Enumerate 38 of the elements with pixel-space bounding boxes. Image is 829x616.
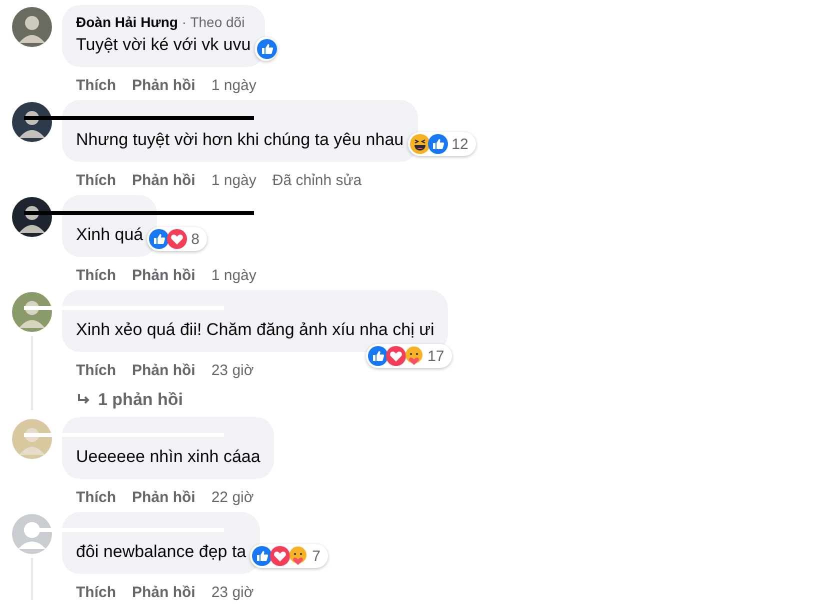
comment-text: Xinh quá: [76, 225, 144, 245]
reaction-count: 7: [311, 548, 322, 564]
reaction-count: 12: [450, 136, 470, 152]
edited-label: Đã chỉnh sửa: [272, 172, 362, 188]
reply-link[interactable]: Phản hồi: [132, 362, 196, 378]
like-link[interactable]: Thích: [76, 362, 116, 378]
reaction-badge[interactable]: 12: [408, 132, 476, 156]
reaction-badge[interactable]: 17: [366, 344, 452, 368]
comment-text: Nhưng tuyệt vời hơn khi chúng ta yêu nhau: [76, 130, 404, 150]
reply-link[interactable]: Phản hồi: [132, 76, 196, 94]
reaction-badge[interactable]: 7: [250, 544, 328, 568]
avatar[interactable]: [12, 102, 52, 142]
reaction-count: 17: [426, 348, 446, 364]
comment-text: Ueeeeee nhìn xinh cáaa: [76, 447, 260, 467]
reply-link[interactable]: Phản hồi: [132, 172, 196, 188]
like-link[interactable]: Thích: [76, 584, 116, 600]
timestamp[interactable]: 1 ngày: [211, 266, 256, 284]
like-link[interactable]: Thích: [76, 266, 116, 284]
timestamp[interactable]: 1 ngày: [211, 172, 256, 188]
comment-text: Xinh xẻo quá đii! Chăm đăng ảnh xíu nha chị ưi: [76, 320, 434, 340]
comment-text: đôi newbalance đẹp ta: [76, 542, 246, 562]
reaction-badge[interactable]: 8: [147, 227, 208, 251]
reaction-count: 8: [190, 230, 200, 248]
timestamp[interactable]: 23 giờ: [211, 584, 254, 600]
view-replies-link[interactable]: 1 phản hồi: [62, 382, 183, 414]
reply-link[interactable]: Phản hồi: [132, 266, 196, 284]
reply-link[interactable]: Phản hồi: [132, 488, 196, 506]
like-link[interactable]: Thích: [76, 488, 116, 506]
timestamp[interactable]: 23 giờ: [211, 362, 254, 378]
avatar[interactable]: [12, 197, 52, 237]
reply-link[interactable]: Phản hồi: [132, 584, 196, 600]
like-link[interactable]: Thích: [76, 172, 116, 188]
comment-text: Tuyệt vời ké với vk uvu: [76, 35, 251, 55]
like-link[interactable]: Thích: [76, 76, 116, 94]
timestamp[interactable]: 1 ngày: [211, 76, 256, 94]
follow-link[interactable]: · Theo dõi: [182, 14, 245, 32]
timestamp[interactable]: 22 giờ: [211, 488, 254, 506]
author-name[interactable]: Đoàn Hải Hưng: [76, 14, 178, 32]
